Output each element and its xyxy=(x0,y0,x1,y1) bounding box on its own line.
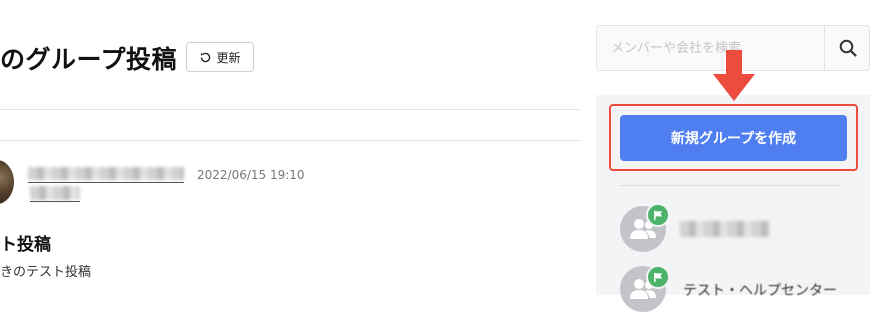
page-title: のグループ投稿 xyxy=(0,45,178,74)
refresh-label: 更新 xyxy=(216,50,241,65)
header-divider xyxy=(0,109,580,110)
refresh-button[interactable]: 更新 xyxy=(186,42,254,72)
down-arrow-annotation-icon xyxy=(713,50,755,101)
main-content: のグループ投稿 更新 2022/06/15 19:10 ト投稿 きのテスト投稿 xyxy=(0,0,580,291)
flag-icon xyxy=(653,272,662,282)
create-group-button[interactable]: 新規グループを作成 xyxy=(620,115,847,161)
author-company-link[interactable] xyxy=(30,186,80,200)
author-company-underline xyxy=(30,201,80,202)
post-title: ト投稿 xyxy=(0,235,51,255)
author-name-link[interactable] xyxy=(28,167,184,180)
post-date: 2022/06/15 19:10 xyxy=(197,168,305,182)
flag-badge xyxy=(646,203,670,227)
section-divider xyxy=(0,140,580,141)
flag-icon xyxy=(653,210,662,220)
search-button[interactable] xyxy=(824,26,871,70)
flag-badge xyxy=(646,265,670,289)
refresh-icon xyxy=(201,52,211,62)
author-name-underline xyxy=(28,182,184,183)
author-avatar[interactable] xyxy=(0,160,14,204)
search-icon xyxy=(839,39,857,57)
group-name[interactable] xyxy=(680,221,770,237)
post-body: きのテスト投稿 xyxy=(0,265,92,280)
sidebar-divider xyxy=(620,185,839,186)
group-name[interactable]: テスト・ヘルプセンター xyxy=(683,280,837,300)
